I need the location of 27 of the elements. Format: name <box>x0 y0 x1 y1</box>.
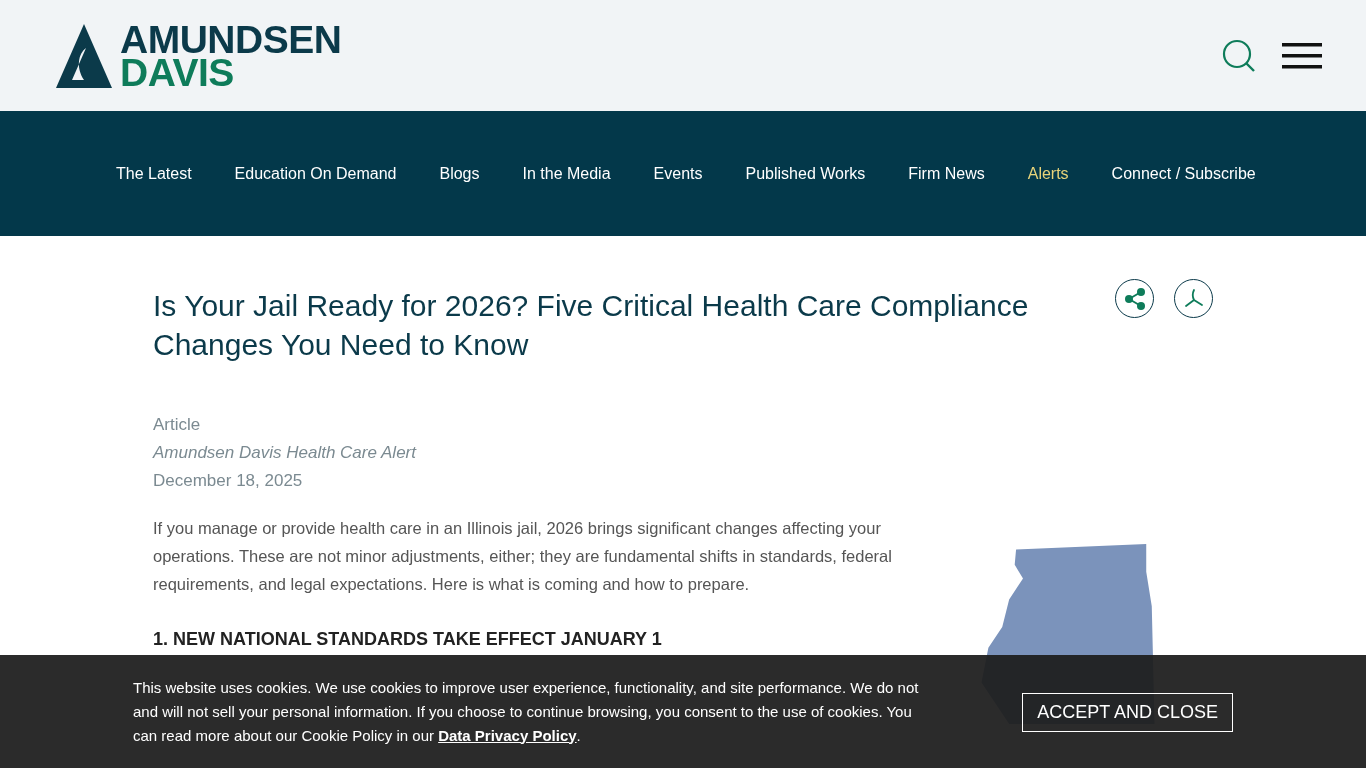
nav-link[interactable]: Blogs <box>439 164 480 183</box>
logo-wordmark: AMUNDSEN <box>120 22 342 56</box>
nav-link[interactable]: Education On Demand <box>234 164 397 183</box>
article-type: Article <box>153 414 201 436</box>
intro-paragraph: If you manage or provide health care in an Illinois jail, 2026 brings significant changes affecting your operations. These are not minor adjustments, either; they are fundamental shifts in standards, federal requirements, and legal expectations. Here is what is coming and how to prepare. <box>153 518 893 595</box>
share-icon <box>1123 286 1146 311</box>
article-title: Is Your Jail Ready for 2026? Five Critical Health Care Compliance Changes You Need to Know <box>153 288 1030 363</box>
pdf-icon <box>1182 287 1205 310</box>
share-button[interactable] <box>1115 279 1154 318</box>
logo-triangle-icon <box>56 23 112 88</box>
article-series: Amundsen Davis Health Care Alert <box>153 442 416 464</box>
nav-link[interactable]: The Latest <box>116 164 192 183</box>
logo-wordmark: DAVIS <box>120 55 234 89</box>
nav-link[interactable]: Events <box>653 164 703 183</box>
accept-button[interactable]: ACCEPT AND CLOSE <box>1022 693 1233 732</box>
menu-button[interactable] <box>1282 42 1322 69</box>
section-heading: 1. NEW NATIONAL STANDARDS TAKE EFFECT JANUARY 1 <box>153 628 663 650</box>
search-button[interactable] <box>1222 38 1256 73</box>
privacy-policy-link[interactable]: Data Privacy Policy <box>438 726 577 744</box>
nav-link[interactable]: Connect / Subscribe <box>1111 164 1256 183</box>
cookie-notice: This website uses cookies. We use cookies to improve user experience, functionality, and site performance. We do not and will not sell your personal information. If you choose to continue browsing, you consent to the use of cookies. You can read more about our Cookie Policy in our Data Privacy Policy. <box>133 677 920 746</box>
nav-link[interactable]: In the Media <box>522 164 611 183</box>
pdf-button[interactable] <box>1174 279 1213 318</box>
article-date: December 18, 2025 <box>153 470 303 492</box>
nav-link[interactable]: Firm News <box>908 164 985 183</box>
nav-link[interactable]: Published Works <box>745 164 866 183</box>
nav-link[interactable]: Alerts <box>1027 164 1069 183</box>
